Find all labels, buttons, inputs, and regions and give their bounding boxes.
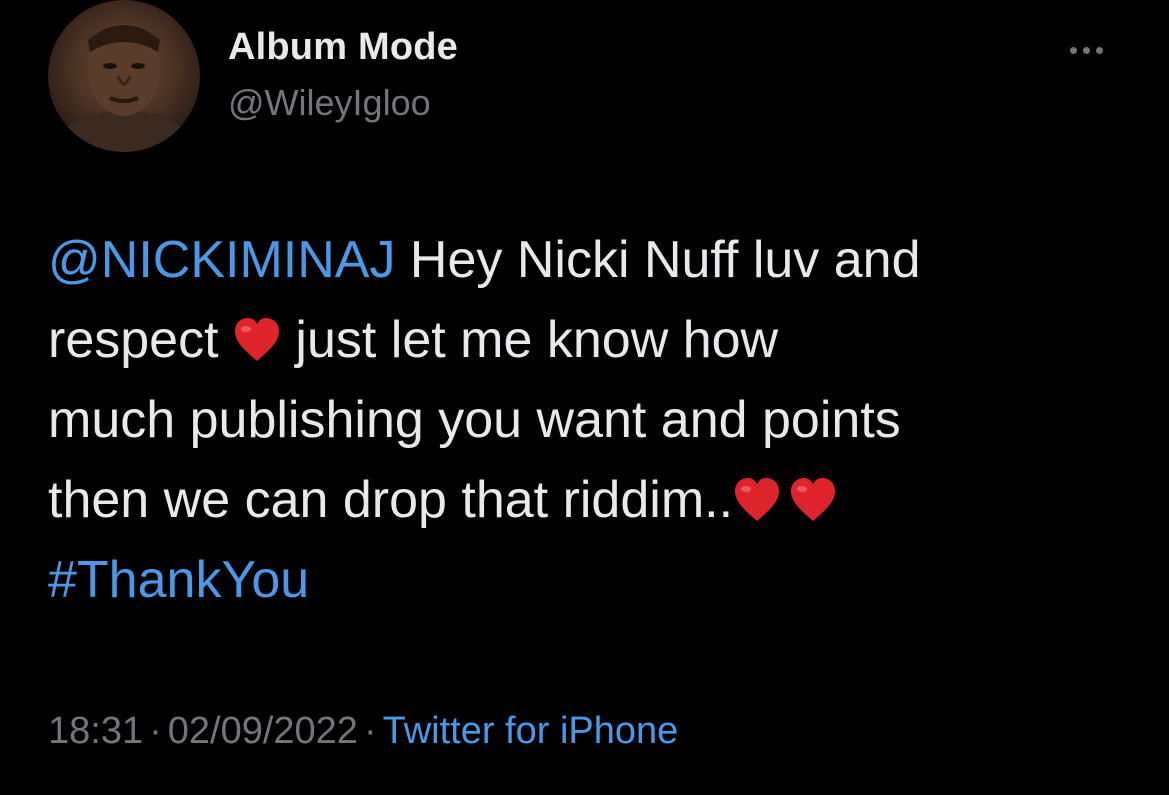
tweet-line-1: @NICKIMINAJ Hey Nicki Nuff luv and xyxy=(48,220,1138,300)
tweet-text-segment: then we can drop that riddim.. xyxy=(48,471,734,529)
tweet-text-segment: respect xyxy=(48,311,233,369)
avatar[interactable] xyxy=(48,0,200,152)
tweet: Album Mode @WileyIgloo @NICKIMINAJ Hey N… xyxy=(0,0,1169,795)
tweet-text: @NICKIMINAJ Hey Nicki Nuff luv and respe… xyxy=(48,220,1138,620)
red-heart-icon xyxy=(735,478,780,521)
author-handle[interactable]: @WileyIgloo xyxy=(228,82,431,124)
more-options-icon[interactable] xyxy=(1070,40,1120,60)
tweet-line-4: then we can drop that riddim.. xyxy=(48,460,1138,540)
more-dot xyxy=(1096,46,1103,54)
meta-separator: · xyxy=(149,710,162,752)
red-heart-icon xyxy=(791,478,836,521)
tweet-line-5: #ThankYou xyxy=(48,540,1138,620)
tweet-line-3: much publishing you want and points xyxy=(48,391,901,449)
tweet-date[interactable]: 02/09/2022 xyxy=(168,710,358,752)
hashtag-link[interactable]: #ThankYou xyxy=(48,551,309,609)
more-dot xyxy=(1070,46,1077,54)
tweet-text-segment: Hey Nicki Nuff luv and xyxy=(395,231,921,289)
tweet-time[interactable]: 18:31 xyxy=(48,710,143,752)
author-display-name[interactable]: Album Mode xyxy=(228,26,458,69)
red-heart-icon xyxy=(234,318,279,361)
more-dot xyxy=(1083,46,1090,54)
avatar-portrait-icon xyxy=(54,24,194,152)
tweet-source-link[interactable]: Twitter for iPhone xyxy=(383,710,679,752)
tweet-line-2: respect just let me know how xyxy=(48,300,1138,380)
tweet-meta: 18:31 · 02/09/2022 · Twitter for iPhone xyxy=(48,710,678,753)
tweet-text-segment: just let me know how xyxy=(280,311,779,369)
meta-separator: · xyxy=(363,710,377,752)
mention-link[interactable]: @NICKIMINAJ xyxy=(48,231,395,289)
